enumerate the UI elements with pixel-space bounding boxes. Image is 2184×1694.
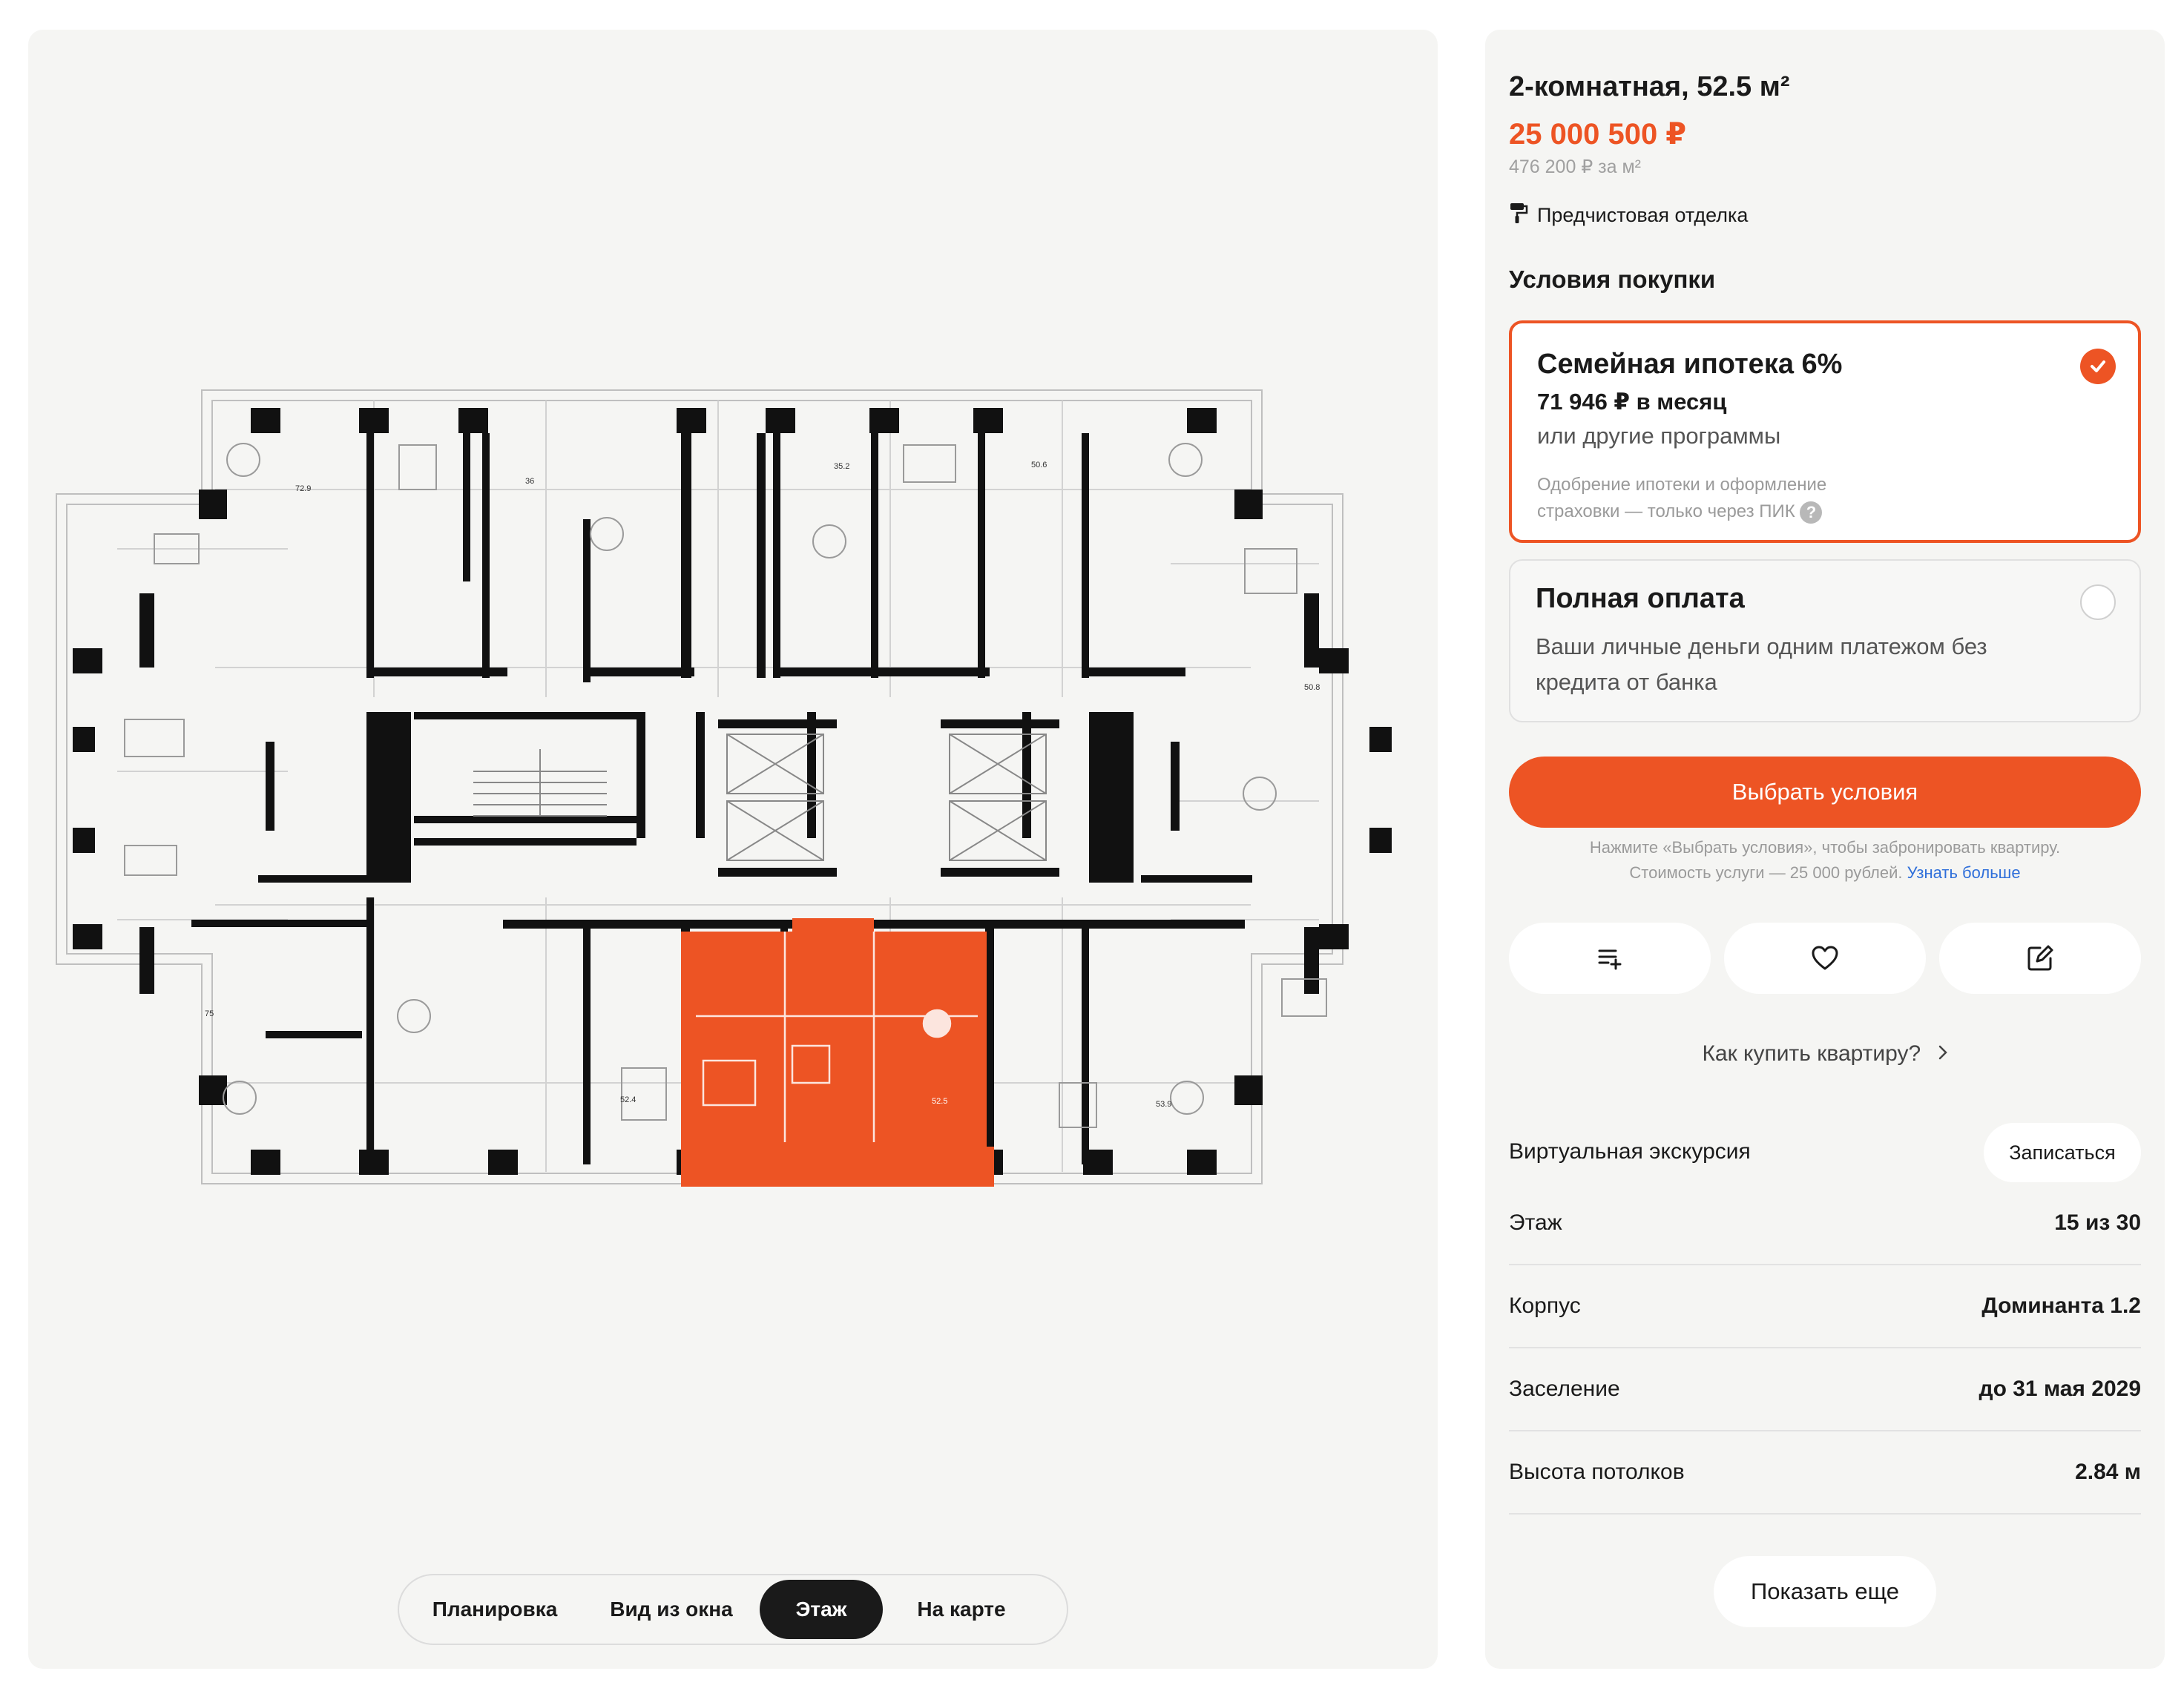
compare-list-icon [1598,949,1622,970]
svg-text:72.9: 72.9 [295,484,311,493]
detail-label: Этаж [1509,1210,1562,1235]
option-description: Ваши личные деньги одним платежом без кр… [1536,633,1987,695]
svg-text:52.5: 52.5 [932,1097,947,1106]
detail-row-floor: Этаж 15 из 30 [1509,1182,2141,1265]
svg-text:53.9: 53.9 [1156,1100,1171,1109]
svg-text:36: 36 [525,477,534,486]
selected-apartment[interactable] [681,918,994,1187]
edit-button[interactable] [1939,923,2141,994]
finish-type: Предчистовая отделка [1509,202,1748,229]
floor-plan-panel: 72.9 36 35.2 50.6 50.8 75 52.4 52.5 53.9… [28,30,1438,1669]
detail-label: Высота потолков [1509,1460,1685,1484]
mortgage-note: Одобрение ипотеки и оформление страховки… [1537,472,1878,525]
price-per-m2: 476 200 ₽ за м² [1509,156,1641,177]
detail-value: 15 из 30 [2054,1210,2141,1235]
tab-window-view[interactable]: Вид из окна [583,1580,760,1639]
favorite-button[interactable] [1724,923,1926,994]
detail-row-move-in: Заселение до 31 мая 2029 [1509,1348,2141,1431]
floor-plan: 72.9 36 35.2 50.6 50.8 75 52.4 52.5 53.9 [56,389,1392,1187]
detail-value: Доминанта 1.2 [1981,1293,2141,1318]
cta-note: Нажмите «Выбрать условия», чтобы заброни… [1589,838,2061,882]
detail-value: до 31 мая 2029 [1979,1377,2141,1401]
paint-roller-icon [1509,202,1528,229]
svg-text:75: 75 [205,1009,214,1018]
heart-icon [1812,946,1838,970]
radio-icon[interactable] [2080,584,2116,620]
view-switcher: Планировка Вид из окна Этаж На карте [398,1574,1068,1645]
svg-text:50.6: 50.6 [1031,461,1047,469]
tab-floor[interactable]: Этаж [760,1580,883,1639]
monthly-payment: 71 946 ₽ в месяц [1537,389,1727,415]
edit-icon [2027,945,2053,971]
svg-text:35.2: 35.2 [834,462,849,471]
option-title: Полная оплата [1536,583,1745,614]
learn-more-link[interactable]: Узнать больше [1907,863,2021,882]
option-title: Семейная ипотека 6% [1537,349,1843,380]
tab-layout[interactable]: Планировка [407,1580,583,1639]
show-more-button[interactable]: Показать еще [1714,1556,1936,1627]
svg-text:50.8: 50.8 [1304,683,1320,692]
option-family-mortgage[interactable]: Семейная ипотека 6% 71 946 ₽ в месяц или… [1509,320,2141,543]
option-full-payment[interactable]: Полная оплата Ваши личные деньги одним п… [1509,559,2141,722]
detail-row-building: Корпус Доминанта 1.2 [1509,1265,2141,1348]
tab-map[interactable]: На карте [883,1580,1040,1639]
checkmark-icon[interactable] [2080,349,2116,384]
select-conditions-button[interactable]: Выбрать условия [1509,757,2141,828]
detail-label: Заселение [1509,1377,1620,1401]
apartment-price: 25 000 500 ₽ [1509,118,1687,151]
detail-value: 2.84 м [2075,1460,2141,1484]
compare-button[interactable] [1509,923,1711,994]
apartment-title: 2-комнатная, 52.5 м² [1509,71,1790,102]
apartment-info-panel: 2-комнатная, 52.5 м² 25 000 500 ₽ 476 20… [1485,30,2165,1669]
book-tour-button[interactable]: Записаться [1984,1123,2141,1182]
detail-row-ceiling: Высота потолков 2.84 м [1509,1431,2141,1515]
finish-label: Предчистовая отделка [1537,204,1749,226]
chevron-right-icon [1938,1041,1948,1067]
help-icon[interactable]: ? [1800,501,1823,524]
other-programs: или другие программы [1537,423,1781,449]
purchase-conditions-heading: Условия покупки [1509,266,1716,293]
detail-label: Корпус [1509,1293,1581,1318]
virtual-tour-label: Виртуальная экскурсия [1509,1139,1751,1164]
how-to-buy-link[interactable]: Как купить квартиру? [1509,1041,2141,1067]
svg-text:52.4: 52.4 [620,1095,636,1104]
